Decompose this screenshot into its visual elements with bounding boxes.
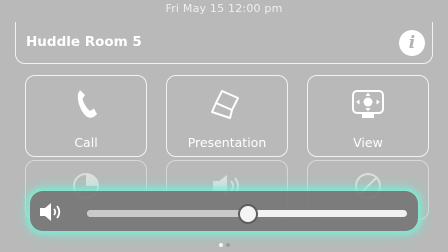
- presentation-tile-button[interactable]: Presentation: [166, 75, 288, 157]
- volume-control-panel: [30, 191, 418, 231]
- call-label: Call: [74, 135, 98, 150]
- speaker-icon[interactable]: [38, 199, 66, 229]
- touch-panel-screen: Fri May 15 12:00 pm Huddle Room 5 i Call…: [0, 0, 448, 252]
- laptop-icon: [167, 88, 287, 120]
- page-dot-2[interactable]: [225, 243, 230, 247]
- volume-slider-fill: [87, 210, 247, 217]
- call-tile-button[interactable]: Call: [25, 75, 147, 157]
- volume-slider-thumb[interactable]: [238, 204, 258, 224]
- view-tile-button[interactable]: View: [307, 75, 429, 157]
- volume-slider[interactable]: [87, 204, 407, 224]
- room-header: Huddle Room 5 i: [15, 22, 433, 64]
- page-indicator: [0, 243, 448, 247]
- info-icon[interactable]: i: [399, 30, 425, 56]
- view-label: View: [353, 135, 383, 150]
- phone-icon: [26, 88, 146, 120]
- page-dot-1[interactable]: [218, 243, 223, 247]
- presentation-label: Presentation: [187, 135, 267, 150]
- room-name: Huddle Room 5: [26, 34, 142, 50]
- camera-view-icon: [308, 88, 428, 122]
- status-bar-datetime: Fri May 15 12:00 pm: [165, 2, 283, 15]
